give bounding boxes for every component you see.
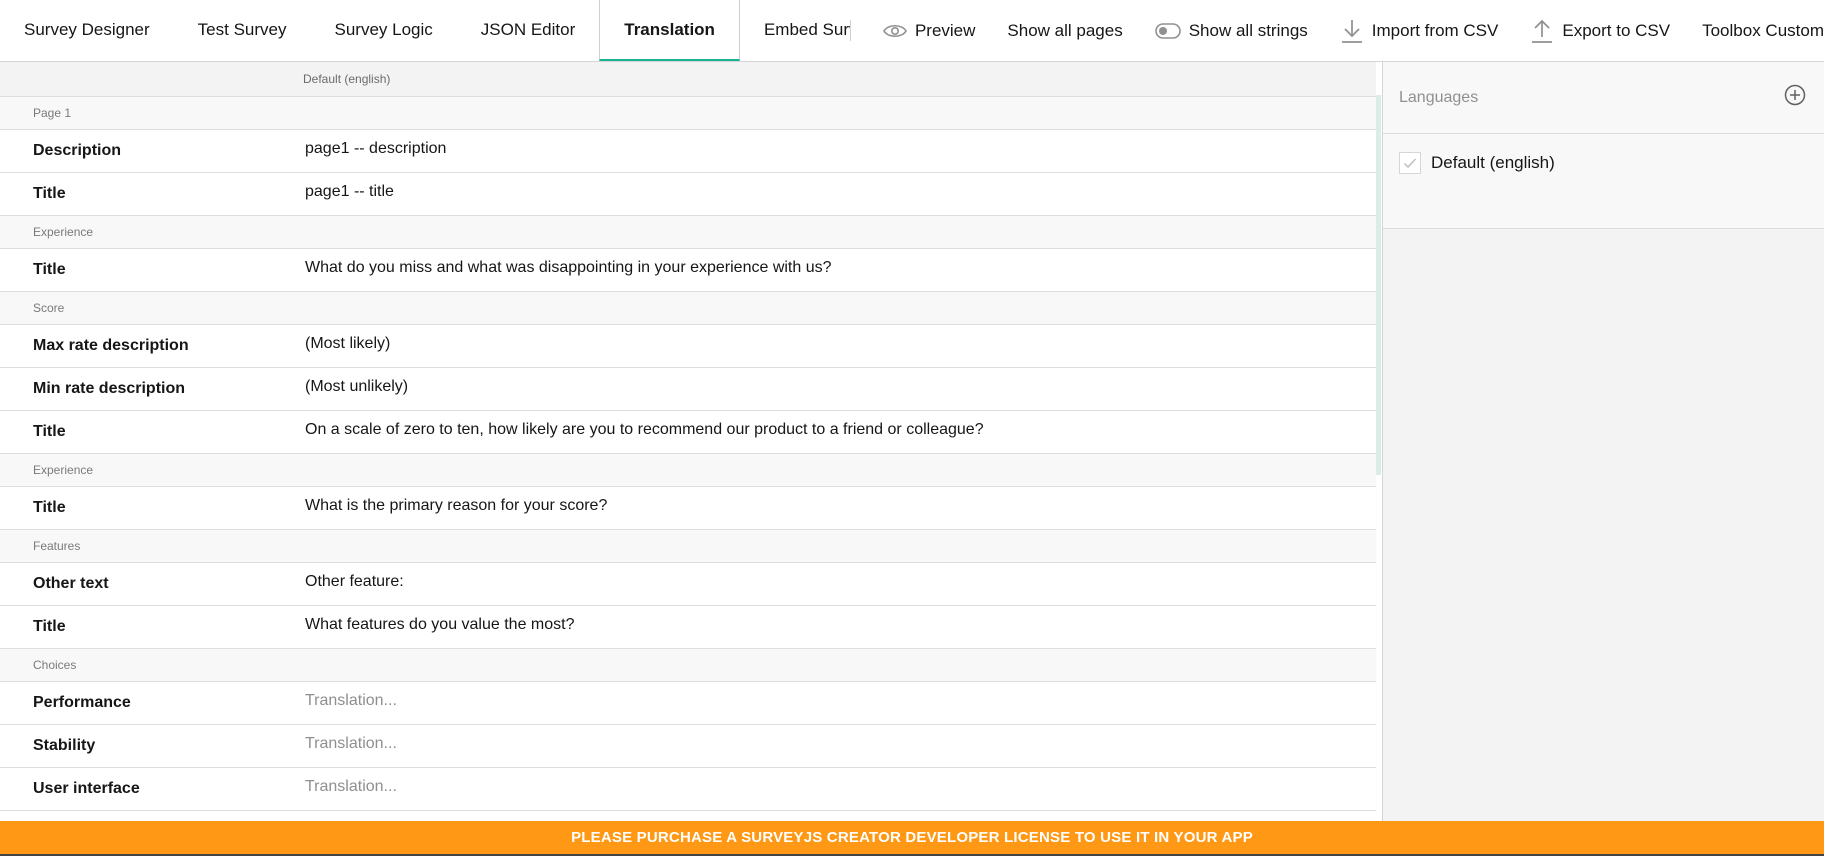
translation-input[interactable]: (Most likely) xyxy=(303,335,1376,357)
translation-grid: Default (english) Page 1 Description page… xyxy=(0,62,1376,822)
table-row: Description page1 -- description xyxy=(0,130,1376,173)
show-all-strings-label: Show all strings xyxy=(1188,20,1308,40)
import-csv-button[interactable]: Import from CSV xyxy=(1324,18,1515,44)
download-icon xyxy=(1340,18,1364,44)
toolbox-customization-button[interactable]: Toolbox Customization xyxy=(1686,21,1824,41)
export-csv-label: Export to CSV xyxy=(1562,20,1671,40)
group-row: Page 1 xyxy=(0,97,1376,130)
translation-input[interactable]: On a scale of zero to ten, how likely ar… xyxy=(303,421,1376,443)
language-item-default-english[interactable]: Default (english) xyxy=(1383,152,1824,174)
row-label: Performance xyxy=(33,694,131,711)
translation-input[interactable]: Other feature: xyxy=(303,573,1376,595)
eye-icon xyxy=(883,23,907,39)
group-label: Page 1 xyxy=(33,106,72,120)
table-row: Title What features do you value the most… xyxy=(0,606,1376,649)
language-label: Default (english) xyxy=(1431,153,1555,172)
table-row: Stability Translation... xyxy=(0,725,1376,768)
group-row: Score xyxy=(0,292,1376,325)
table-row: Title What is the primary reason for your… xyxy=(0,487,1376,530)
export-csv-button[interactable]: Export to CSV xyxy=(1514,18,1686,44)
row-label: User interface xyxy=(33,780,140,797)
show-all-pages-label: Show all pages xyxy=(1007,20,1123,40)
table-row: Other text Other feature: xyxy=(0,563,1376,606)
group-row: Choices xyxy=(0,649,1376,682)
row-label: Max rate description xyxy=(33,337,189,354)
group-row: Experience xyxy=(0,216,1376,249)
row-label: Title xyxy=(33,499,66,516)
translation-input[interactable]: page1 -- description xyxy=(303,140,1376,162)
toolbar-separator xyxy=(849,20,851,41)
show-all-strings-toggle[interactable]: Show all strings xyxy=(1139,21,1324,41)
column-header-default-english: Default (english) xyxy=(303,72,391,86)
tab-embed-survey[interactable]: Embed Surv xyxy=(740,0,850,61)
license-banner-text: PLEASE PURCHASE A SURVEYJS CREATOR DEVEL… xyxy=(571,829,1253,846)
upload-icon xyxy=(1530,18,1554,44)
tab-test-survey[interactable]: Test Survey xyxy=(174,0,311,61)
toolbox-customization-label: Toolbox Customization xyxy=(1702,20,1824,40)
tab-json-editor[interactable]: JSON Editor xyxy=(457,0,599,61)
table-row: Title What do you miss and what was disap… xyxy=(0,249,1376,292)
translation-input[interactable]: Translation... xyxy=(303,735,1376,757)
group-label: Score xyxy=(33,301,65,315)
grid-scrollbar[interactable] xyxy=(1376,95,1381,475)
import-csv-label: Import from CSV xyxy=(1371,20,1499,40)
table-row: Title On a scale of zero to ten, how like… xyxy=(0,411,1376,454)
table-row: Title page1 -- title xyxy=(0,173,1376,216)
table-row: Min rate description (Most unlikely) xyxy=(0,368,1376,411)
languages-header: Languages xyxy=(1383,62,1824,134)
check-icon xyxy=(1403,158,1417,169)
toolbar-actions: Preview Show all pages Show all strings … xyxy=(867,0,1824,61)
group-label: Features xyxy=(33,539,81,553)
license-banner: PLEASE PURCHASE A SURVEYJS CREATOR DEVEL… xyxy=(0,821,1824,854)
row-label: Other text xyxy=(33,575,109,592)
tab-survey-designer[interactable]: Survey Designer xyxy=(0,0,174,61)
preview-label: Preview xyxy=(914,20,976,40)
row-label: Title xyxy=(33,423,66,440)
translation-input[interactable]: Translation... xyxy=(303,692,1376,714)
toggle-icon xyxy=(1154,22,1181,39)
row-label: Min rate description xyxy=(33,380,186,397)
add-language-icon[interactable] xyxy=(1784,84,1806,111)
table-row: Performance Translation... xyxy=(0,682,1376,725)
translation-input[interactable]: Translation... xyxy=(303,778,1376,800)
top-toolbar: Survey Designer Test Survey Survey Logic… xyxy=(0,0,1824,62)
translation-input[interactable]: What do you miss and what was disappoint… xyxy=(303,259,1376,281)
row-label: Description xyxy=(33,142,122,159)
tab-survey-logic[interactable]: Survey Logic xyxy=(310,0,456,61)
row-label: Title xyxy=(33,618,66,635)
language-checkbox[interactable] xyxy=(1399,152,1421,174)
grid-column-header: Default (english) xyxy=(0,62,1376,97)
translation-input[interactable]: (Most unlikely) xyxy=(303,378,1376,400)
languages-list: Default (english) xyxy=(1383,134,1824,229)
group-row: Features xyxy=(0,530,1376,563)
group-label: Experience xyxy=(33,225,94,239)
tab-bar: Survey Designer Test Survey Survey Logic… xyxy=(0,0,857,61)
preview-button[interactable]: Preview xyxy=(867,21,991,41)
group-row: Experience xyxy=(0,454,1376,487)
translation-input[interactable]: What is the primary reason for your scor… xyxy=(303,497,1376,519)
languages-title: Languages xyxy=(1399,88,1479,106)
tab-translation[interactable]: Translation xyxy=(599,0,740,61)
table-row: User interface Translation... xyxy=(0,768,1376,811)
row-label: Title xyxy=(33,261,66,278)
group-label: Experience xyxy=(33,463,94,477)
row-label: Stability xyxy=(33,737,96,754)
translation-input[interactable]: What features do you value the most? xyxy=(303,616,1376,638)
show-all-pages-button[interactable]: Show all pages xyxy=(991,21,1138,41)
translation-input[interactable]: page1 -- title xyxy=(303,183,1376,205)
group-label: Choices xyxy=(33,658,77,672)
row-label: Title xyxy=(33,185,66,202)
table-row: Max rate description (Most likely) xyxy=(0,325,1376,368)
languages-panel: Languages Default (english) xyxy=(1383,62,1824,822)
